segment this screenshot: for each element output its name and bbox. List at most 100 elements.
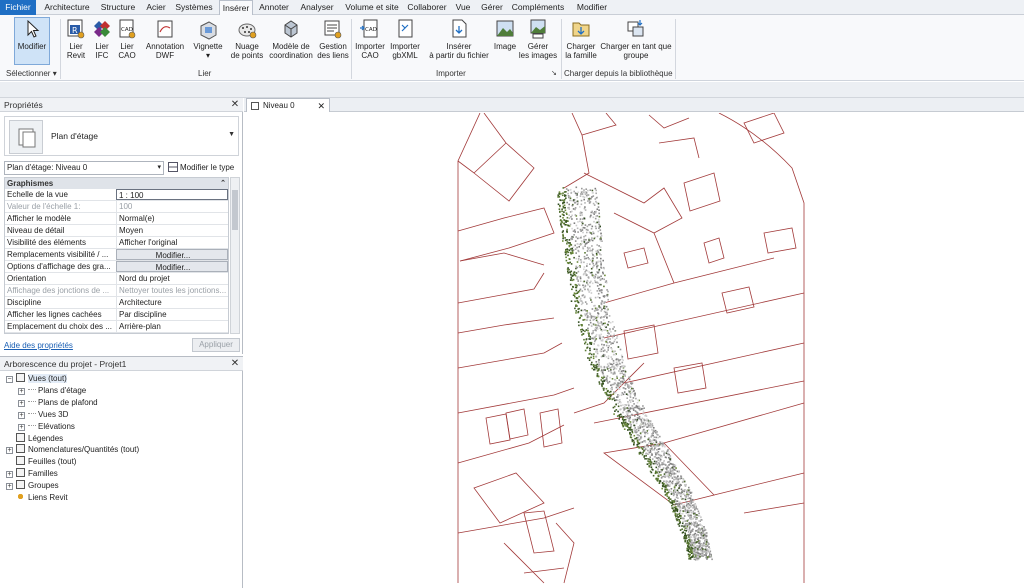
insert-from-file-button[interactable]: Insérer à partir du fichier: [424, 18, 494, 60]
tab-acier[interactable]: Acier: [142, 0, 170, 15]
browser-item[interactable]: − Vues (tout): [6, 373, 67, 385]
browser-item[interactable]: Légendes: [6, 432, 63, 445]
tab-gerer[interactable]: Gérer: [479, 0, 505, 15]
point-cloud-point: [689, 503, 692, 505]
tab-collaborer[interactable]: Collaborer: [405, 0, 449, 15]
point-cloud-point: [604, 315, 606, 317]
property-row[interactable]: Afficher le modèle Normal(e): [5, 213, 228, 225]
link-ifc-button[interactable]: Lier IFC: [90, 18, 114, 60]
point-cloud-point: [636, 412, 639, 414]
point-cloud-point: [711, 558, 713, 561]
dialog-launcher-icon[interactable]: ↘: [551, 69, 557, 77]
type-selector[interactable]: Plan d'étage ▼: [4, 116, 239, 156]
properties-scrollbar[interactable]: [230, 177, 240, 334]
collapse-icon[interactable]: −: [6, 376, 13, 383]
link-cad-button[interactable]: CAD Lier CAO: [114, 18, 140, 60]
point-cloud-point: [675, 503, 677, 505]
browser-item[interactable]: + Familles: [6, 468, 58, 480]
point-cloud-point: [616, 375, 618, 378]
dwf-markup-button[interactable]: Annotation DWF: [142, 18, 188, 60]
tab-architecture[interactable]: Architecture: [40, 0, 94, 15]
close-icon[interactable]: ✕: [317, 99, 325, 113]
point-cloud-point: [695, 504, 697, 507]
manage-links-button[interactable]: Gestion des liens: [316, 18, 350, 60]
link-revit-button[interactable]: R Lier Revit: [62, 18, 90, 60]
expand-icon[interactable]: +: [18, 387, 25, 395]
expand-icon[interactable]: +: [18, 423, 25, 431]
edit-type-button[interactable]: Modifier le type: [168, 161, 240, 175]
view-instance-dropdown[interactable]: Plan d'étage: Niveau 0 ▾: [4, 161, 164, 175]
tab-inserer[interactable]: Insérer: [219, 0, 253, 16]
point-cloud-point: [632, 390, 635, 393]
view-tab-niveau-0[interactable]: Niveau 0 ✕: [246, 98, 330, 112]
point-cloud-point: [617, 387, 619, 389]
decal-button[interactable]: Vignette ▾: [190, 18, 226, 60]
property-row[interactable]: Afficher les lignes cachées Par disciplin…: [5, 309, 228, 321]
tab-complements[interactable]: Compléments: [510, 0, 566, 15]
browser-item[interactable]: + Groupes: [6, 480, 59, 492]
property-row[interactable]: Valeur de l'échelle 1: 100: [5, 201, 228, 213]
point-cloud-button[interactable]: Nuage de points: [228, 18, 266, 60]
browser-item[interactable]: + Nomenclatures/Quantités (tout): [6, 444, 139, 456]
tab-fichier[interactable]: Fichier: [0, 0, 36, 15]
property-edit-button[interactable]: Modifier...: [116, 249, 228, 260]
property-value[interactable]: 1 : 100: [116, 189, 228, 200]
point-cloud-point: [702, 532, 704, 535]
image-button[interactable]: Image: [492, 18, 518, 51]
property-row[interactable]: Emplacement du choix des ... Arrière-plan: [5, 321, 228, 333]
browser-item[interactable]: + Plans d'étage: [18, 385, 86, 397]
coordination-model-button[interactable]: Modèle de coordination: [266, 18, 316, 60]
point-cloud-point: [610, 343, 612, 345]
scrollbar-thumb[interactable]: [232, 190, 238, 230]
browser-item[interactable]: + Plans de plafond: [18, 397, 98, 409]
point-cloud-point: [598, 223, 601, 226]
manage-images-button[interactable]: Gérer les images: [518, 18, 558, 60]
expand-icon[interactable]: +: [6, 483, 13, 491]
import-gbxml-button[interactable]: Importer gbXML: [388, 18, 422, 60]
close-icon[interactable]: ✕: [230, 357, 240, 371]
property-row[interactable]: Affichage des jonctions de ... Nettoyer t…: [5, 285, 228, 297]
apply-button[interactable]: Appliquer: [192, 338, 240, 352]
expand-icon[interactable]: +: [6, 471, 13, 479]
browser-item[interactable]: + Vues 3D: [18, 409, 68, 421]
drawing-canvas[interactable]: [244, 113, 1024, 588]
property-row[interactable]: Visibilité des éléments Afficher l'origin…: [5, 237, 228, 249]
select-dropdown[interactable]: Sélectionner ▾: [6, 69, 57, 78]
expand-icon[interactable]: +: [18, 411, 25, 419]
property-row[interactable]: Remplacements visibilité / ... Modifier..…: [5, 249, 228, 261]
property-row[interactable]: Niveau de détail Moyen: [5, 225, 228, 237]
browser-item[interactable]: + Elévations: [18, 421, 75, 433]
tab-systemes[interactable]: Systèmes: [174, 0, 214, 15]
property-row[interactable]: Echelle de la vue 1 : 100: [5, 189, 228, 201]
property-row[interactable]: Options d'affichage des gra... Modifier..…: [5, 261, 228, 273]
point-cloud-point: [607, 324, 609, 326]
import-cad-button[interactable]: CAD Importer CAO: [352, 18, 388, 60]
expand-icon[interactable]: +: [6, 447, 13, 455]
point-cloud-point: [584, 224, 587, 226]
point-cloud-point: [575, 289, 578, 292]
tab-analyser[interactable]: Analyser: [297, 0, 337, 15]
property-row[interactable]: Orientation Nord du projet: [5, 273, 228, 285]
point-cloud-point: [704, 541, 706, 544]
close-icon[interactable]: ✕: [230, 98, 240, 112]
property-edit-button[interactable]: Modifier...: [116, 261, 228, 272]
modify-button[interactable]: Modifier: [14, 17, 50, 65]
point-cloud-point: [579, 195, 582, 197]
expand-icon[interactable]: +: [18, 399, 25, 407]
properties-help-link[interactable]: Aide des propriétés: [4, 341, 73, 350]
point-cloud-point: [586, 250, 589, 252]
tab-annoter[interactable]: Annoter: [257, 0, 291, 15]
tab-modifier[interactable]: Modifier: [573, 0, 611, 15]
group-header-graphismes[interactable]: Graphismes ⌃: [5, 178, 228, 189]
load-as-group-button[interactable]: Charger en tant que groupe: [599, 18, 673, 60]
tab-vue[interactable]: Vue: [453, 0, 473, 15]
point-cloud-point: [574, 274, 577, 277]
browser-item[interactable]: Feuilles (tout): [6, 456, 76, 468]
tab-volume-et-site[interactable]: Volume et site: [342, 0, 402, 15]
browser-item[interactable]: Liens Revit: [6, 492, 68, 504]
property-row[interactable]: Choix des couleurs<Aucun>: [5, 333, 229, 334]
tab-structure[interactable]: Structure: [98, 0, 138, 15]
property-edit-button[interactable]: <Aucun>: [116, 333, 228, 334]
property-row[interactable]: Discipline Architecture: [5, 297, 228, 309]
load-family-button[interactable]: Charger la famille: [563, 18, 599, 60]
